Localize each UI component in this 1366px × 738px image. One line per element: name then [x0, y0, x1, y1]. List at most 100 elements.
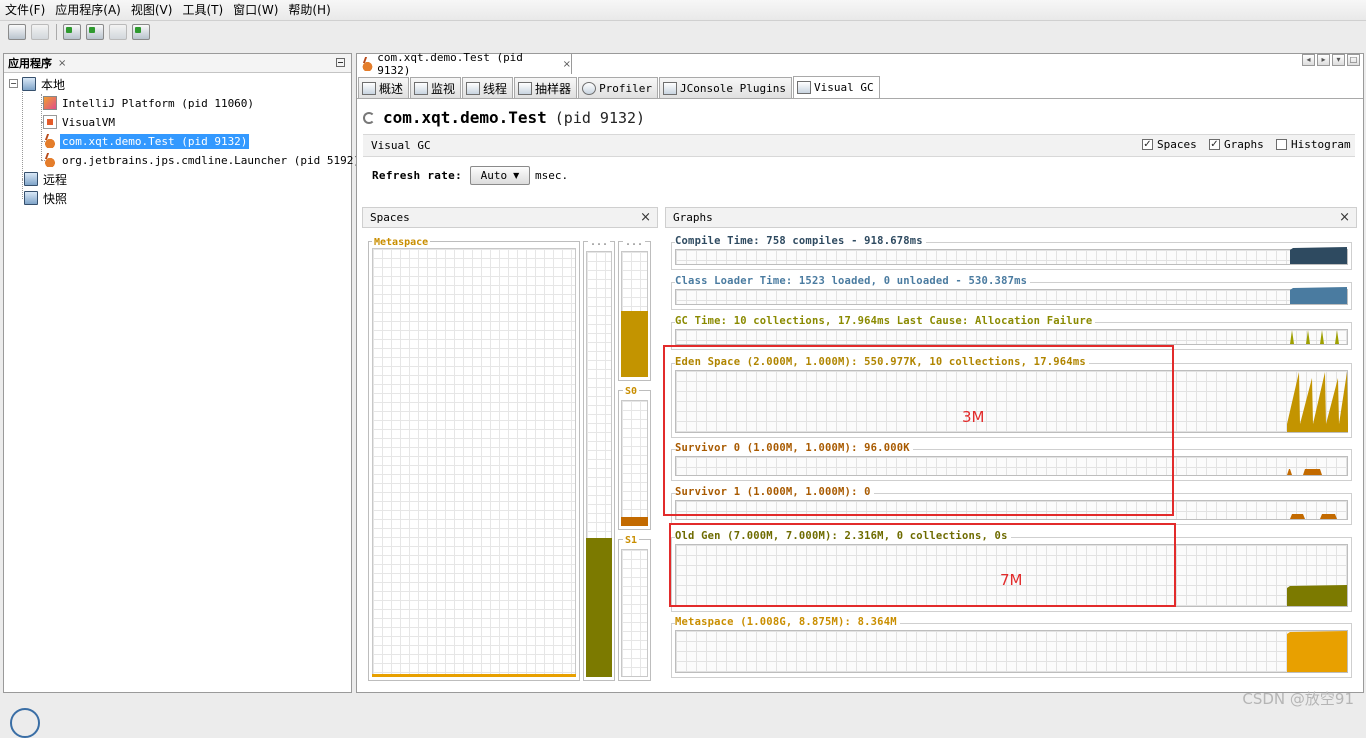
tree-node-app-selected[interactable]: com.xqt.demo.Test (pid 9132) — [43, 132, 250, 150]
tab-label: Visual GC — [814, 81, 874, 94]
spaces-checkbox[interactable]: ✓ Spaces — [1142, 138, 1197, 151]
tab-sampler[interactable]: 抽样器 — [514, 77, 578, 98]
gc-time-graph-series — [1290, 330, 1294, 344]
eden-column: ... — [618, 237, 651, 381]
menu-tools[interactable]: 工具(T) — [177, 0, 228, 20]
refresh-rate-unit: msec. — [535, 169, 569, 182]
expand-local-icon[interactable]: − — [9, 79, 18, 88]
survivor-1-graph-series — [1320, 514, 1337, 519]
visualvm-icon — [43, 115, 57, 129]
window-controls: ◂ ▸ ▾ □ — [1302, 54, 1360, 66]
threads-icon — [466, 81, 481, 95]
tab-visual-gc[interactable]: Visual GC — [793, 76, 880, 98]
loading-spinner-icon — [363, 111, 375, 124]
tab-jconsole-plugins[interactable]: JConsole Plugins — [659, 77, 793, 98]
compile-time-graph-series — [1290, 247, 1347, 264]
menu-view[interactable]: 视图(V) — [126, 0, 178, 20]
tree-node-app[interactable]: VisualVM — [43, 113, 117, 131]
menu-file[interactable]: 文件(F) — [0, 0, 50, 20]
histogram-checkbox[interactable]: Histogram — [1276, 138, 1351, 151]
menu-help[interactable]: 帮助(H) — [283, 0, 335, 20]
tree-node-app[interactable]: org.jetbrains.jps.cmdline.Launcher (pid … — [43, 151, 362, 169]
graphs-panel-title: Graphs — [673, 211, 713, 224]
add-vm-coredump-icon[interactable] — [109, 24, 127, 40]
class-loader-graph-plot — [1290, 287, 1347, 304]
tree-node-remote[interactable]: 远程 — [24, 170, 69, 188]
tab-profiler[interactable]: Profiler — [578, 77, 659, 98]
open-snapshot-icon[interactable] — [8, 24, 26, 40]
tree-node-snapshots[interactable]: 快照 — [24, 189, 69, 207]
metaspace-fill — [372, 674, 576, 677]
add-snapshot-icon[interactable] — [132, 24, 150, 40]
save-icon[interactable] — [31, 24, 49, 40]
visual-gc-icon — [797, 81, 812, 94]
tree-node-local[interactable]: 本地 — [22, 75, 67, 93]
applications-panel-close-icon[interactable]: × — [58, 58, 66, 69]
old-gen-annotation: 7M — [1000, 571, 1023, 589]
maximize-icon[interactable]: □ — [1347, 54, 1360, 66]
graphs-panel-header: Graphs × — [665, 207, 1357, 228]
tree-node-label: IntelliJ Platform (pid 11060) — [62, 96, 255, 110]
s1-column: S1 — [618, 535, 651, 681]
survivor-1-graph-series — [1290, 514, 1305, 519]
gc-time-graph-plot — [1290, 330, 1339, 344]
old-gen-graph-series — [1287, 585, 1347, 606]
document-tab[interactable]: com.xqt.demo.Test (pid 9132) × — [356, 51, 572, 77]
metaspace-grid — [372, 248, 576, 677]
eden-space-graph-series — [1287, 372, 1348, 432]
menu-bar: 文件(F) 应用程序(A) 视图(V) 工具(T) 窗口(W) 帮助(H) — [0, 0, 1366, 21]
metaspace-title: Metaspace — [372, 237, 431, 248]
checkbox-unchecked-icon — [1276, 139, 1287, 150]
menu-window[interactable]: 窗口(W) — [228, 0, 283, 20]
young-gen-annotation: 3M — [962, 408, 985, 426]
class-loader-graph-series — [1290, 287, 1347, 304]
sub-tabs: 概述 监视 线程 抽样器 Profiler JConsole Plugins V… — [358, 76, 881, 99]
tab-threads[interactable]: 线程 — [462, 77, 514, 98]
graphs-checkbox[interactable]: ✓ Graphs — [1209, 138, 1264, 151]
tab-label: JConsole Plugins — [680, 81, 787, 95]
chevron-down-icon: ▼ — [513, 171, 520, 180]
metaspace-graph-title: Metaspace (1.008G, 8.875M): 8.364M — [675, 616, 900, 628]
computer-icon — [22, 77, 36, 91]
tab-overview[interactable]: 概述 — [358, 77, 410, 98]
spaces-close-icon[interactable]: × — [640, 210, 651, 225]
sampler-icon — [518, 81, 533, 95]
refresh-rate-value: Auto — [480, 169, 508, 182]
tree-node-label: 远程 — [43, 172, 68, 187]
graphs-close-icon[interactable]: × — [1339, 210, 1350, 225]
tree-node-label: 本地 — [41, 77, 66, 92]
visual-gc-bar: Visual GC ✓ Spaces ✓ Graphs Histogram — [363, 134, 1355, 157]
checkbox-label: Histogram — [1291, 138, 1351, 151]
old-gen-column: ... — [583, 237, 615, 681]
class-loader-graph-title: Class Loader Time: 1523 loaded, 0 unload… — [675, 275, 1031, 287]
document-tab-close-icon[interactable]: × — [563, 59, 571, 70]
add-remote-host-icon[interactable] — [86, 24, 104, 40]
scroll-left-icon[interactable]: ◂ — [1302, 54, 1315, 66]
tab-list-icon[interactable]: ▾ — [1332, 54, 1345, 66]
add-jmx-connection-icon[interactable] — [63, 24, 81, 40]
tree-node-app[interactable]: IntelliJ Platform (pid 11060) — [43, 94, 256, 112]
scroll-right-icon[interactable]: ▸ — [1317, 54, 1330, 66]
old-gen-highlight — [669, 523, 1176, 607]
compile-time-graph-title: Compile Time: 758 compiles - 918.678ms — [675, 235, 926, 247]
tab-label: 监视 — [431, 81, 456, 96]
eden-fill — [621, 311, 648, 377]
tab-monitor[interactable]: 监视 — [410, 77, 462, 98]
spaces-panel-title: Spaces — [370, 211, 410, 224]
minimize-panel-icon[interactable] — [336, 58, 345, 67]
snapshot-icon — [24, 191, 38, 205]
tree-node-label: com.xqt.demo.Test (pid 9132) — [60, 133, 250, 149]
refresh-rate-select[interactable]: Auto ▼ — [470, 166, 530, 185]
application-name: com.xqt.demo.Test — [383, 108, 547, 127]
toolbar-separator — [56, 24, 57, 40]
s0-column: S0 — [618, 386, 651, 530]
watermark: CSDN @放空91 — [1242, 690, 1354, 708]
old-gen-title: ... — [588, 237, 611, 248]
applications-panel-title: 应用程序 — [8, 57, 52, 70]
compile-time-graph-plot — [1290, 247, 1347, 264]
status-icon — [10, 708, 40, 738]
intellij-icon — [43, 96, 57, 110]
application-title: com.xqt.demo.Test (pid 9132) — [363, 108, 645, 127]
tree-node-label: VisualVM — [62, 115, 115, 129]
menu-applications[interactable]: 应用程序(A) — [50, 0, 126, 20]
